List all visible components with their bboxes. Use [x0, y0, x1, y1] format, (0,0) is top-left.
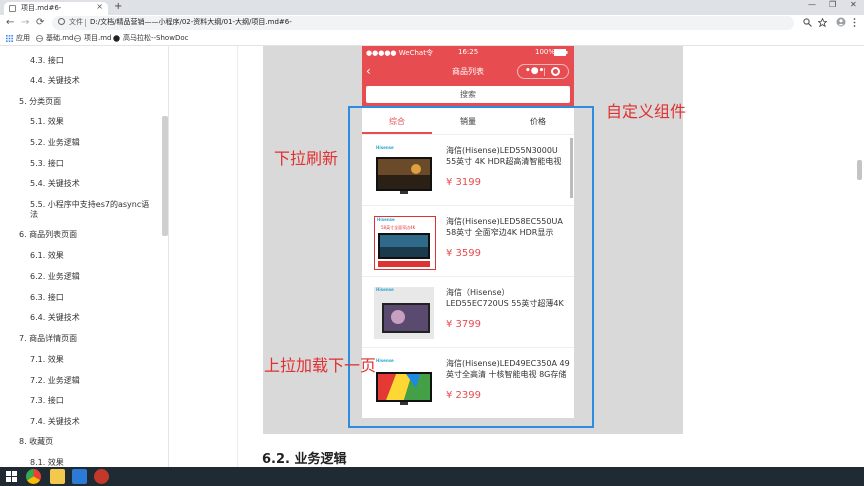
new-tab-button[interactable]: +: [114, 1, 122, 12]
bookmark-star-icon[interactable]: [818, 18, 827, 27]
folder-taskbar-icon[interactable]: [50, 469, 65, 484]
bookmark-label: 基础.md: [46, 34, 74, 42]
toc-item[interactable]: 7.1. 效果: [30, 354, 64, 365]
toc-item[interactable]: 8.1. 效果: [30, 457, 64, 467]
search-bar-wrap: 搜索: [362, 82, 574, 108]
bookmark-project[interactable]: 项目.md: [74, 33, 112, 43]
minimize-button[interactable]: —: [808, 0, 816, 9]
toc-item[interactable]: 6. 商品列表页面: [19, 229, 77, 240]
search-input[interactable]: 搜索: [366, 86, 570, 103]
bookmark-label: 项目.md: [84, 34, 112, 42]
browser-tab-strip: 项目.md#6- × + — ❐ ✕: [0, 0, 864, 15]
bookmark-label: 高马拉松--ShowDoc: [123, 34, 189, 42]
custom-component-frame: [348, 106, 594, 428]
close-target-icon[interactable]: [551, 67, 560, 76]
toc-item[interactable]: 6.4. 关键技术: [30, 312, 80, 323]
recorder-taskbar-icon[interactable]: [94, 469, 109, 484]
browser-toolbar: ← → ⟳ 文件 D:/文档/精品营销——小程序/02-资料大纲/01-大纲/项…: [0, 15, 864, 31]
toc-item[interactable]: 5.1. 效果: [30, 116, 64, 127]
zoom-icon[interactable]: [803, 18, 812, 27]
toc-item[interactable]: 6.3. 接口: [30, 292, 64, 303]
vscode-taskbar-icon[interactable]: [72, 469, 87, 484]
bookmark-basics[interactable]: 基础.md: [36, 33, 74, 43]
bookmark-label: 应用: [16, 34, 30, 42]
apps-grid-icon: [6, 34, 13, 42]
status-time: 16:25: [458, 48, 479, 56]
globe-icon: [36, 34, 43, 42]
profile-icon[interactable]: [836, 17, 846, 27]
address-divider: [85, 19, 86, 27]
phone-status-bar: ●●●●● WeChat令 16:25 100%: [362, 46, 574, 60]
toc-item[interactable]: 5.3. 接口: [30, 158, 64, 169]
toc-item[interactable]: 5.5. 小程序中支持es7的async语: [30, 199, 149, 210]
battery-icon: [554, 49, 568, 56]
file-icon: [9, 5, 16, 12]
section-heading: 6.2. 业务逻辑: [262, 452, 347, 467]
address-scheme-label: 文件: [69, 18, 83, 26]
reload-button[interactable]: ⟳: [36, 17, 44, 28]
showdoc-icon: [113, 34, 120, 42]
forward-button[interactable]: →: [21, 17, 29, 28]
more-dots-icon[interactable]: •●•: [525, 66, 544, 76]
toc-item[interactable]: 7.3. 接口: [30, 395, 64, 406]
toc-item[interactable]: 7.2. 业务逻辑: [30, 375, 80, 386]
restore-button[interactable]: ❐: [829, 0, 836, 9]
phone-nav-bar: ‹ 商品列表 •●•: [362, 60, 574, 82]
windows-taskbar: [0, 467, 864, 486]
chrome-taskbar-icon[interactable]: [26, 469, 41, 484]
content-divider: [237, 46, 238, 467]
address-url[interactable]: D:/文档/精品营销——小程序/02-资料大纲/01-大纲/项目.md#6-: [90, 17, 292, 27]
toc-item[interactable]: 4.4. 关键技术: [30, 75, 80, 86]
wechat-capsule: •●•: [517, 64, 569, 79]
battery-label: 100%: [535, 48, 556, 56]
bookmarks-bar: 应用 基础.md 项目.md 高马拉松--ShowDoc: [0, 31, 864, 46]
bookmark-apps[interactable]: 应用: [6, 33, 30, 43]
toc-item[interactable]: 7.4. 关键技术: [30, 416, 80, 427]
back-button[interactable]: ←: [6, 17, 14, 28]
main-scrollbar[interactable]: [857, 160, 862, 180]
bookmark-showdoc[interactable]: 高马拉松--ShowDoc: [113, 33, 188, 43]
sidebar-scrollbar[interactable]: [162, 116, 168, 236]
toc-item-continued[interactable]: 法: [30, 209, 38, 220]
toc-item[interactable]: 6.1. 效果: [30, 250, 64, 261]
tab-title: 项目.md#6-: [21, 4, 62, 12]
toc-item[interactable]: 8. 收藏页: [19, 436, 53, 447]
menu-kebab-icon[interactable]: [853, 18, 856, 27]
info-icon[interactable]: [58, 18, 65, 25]
toc-item[interactable]: 4.3. 接口: [30, 55, 64, 66]
capsule-divider: [544, 68, 545, 76]
carrier-label: ●●●●● WeChat令: [366, 49, 433, 57]
address-bar[interactable]: 文件 D:/文档/精品营销——小程序/02-资料大纲/01-大纲/项目.md#6…: [52, 16, 794, 30]
globe-icon: [74, 34, 81, 42]
toc-item[interactable]: 5.2. 业务逻辑: [30, 137, 80, 148]
annotation-load-more: 上拉加载下一页: [264, 356, 377, 375]
toc-item[interactable]: 6.2. 业务逻辑: [30, 271, 80, 282]
toc-sidebar: 4.3. 接口 4.4. 关键技术 5. 分类页面 5.1. 效果 5.2. 业…: [0, 46, 169, 467]
toc-item[interactable]: 5.4. 关键技术: [30, 178, 80, 189]
toc-item[interactable]: 5. 分类页面: [19, 96, 61, 107]
windows-start-icon[interactable]: [6, 471, 17, 482]
annotation-pull-refresh: 下拉刷新: [274, 149, 339, 168]
close-window-button[interactable]: ✕: [850, 0, 857, 9]
toc-item[interactable]: 7. 商品详情页面: [19, 333, 77, 344]
browser-tab[interactable]: 项目.md#6- ×: [4, 2, 108, 15]
annotation-custom-component: 自定义组件: [606, 102, 687, 121]
tab-close-button[interactable]: ×: [96, 2, 103, 11]
